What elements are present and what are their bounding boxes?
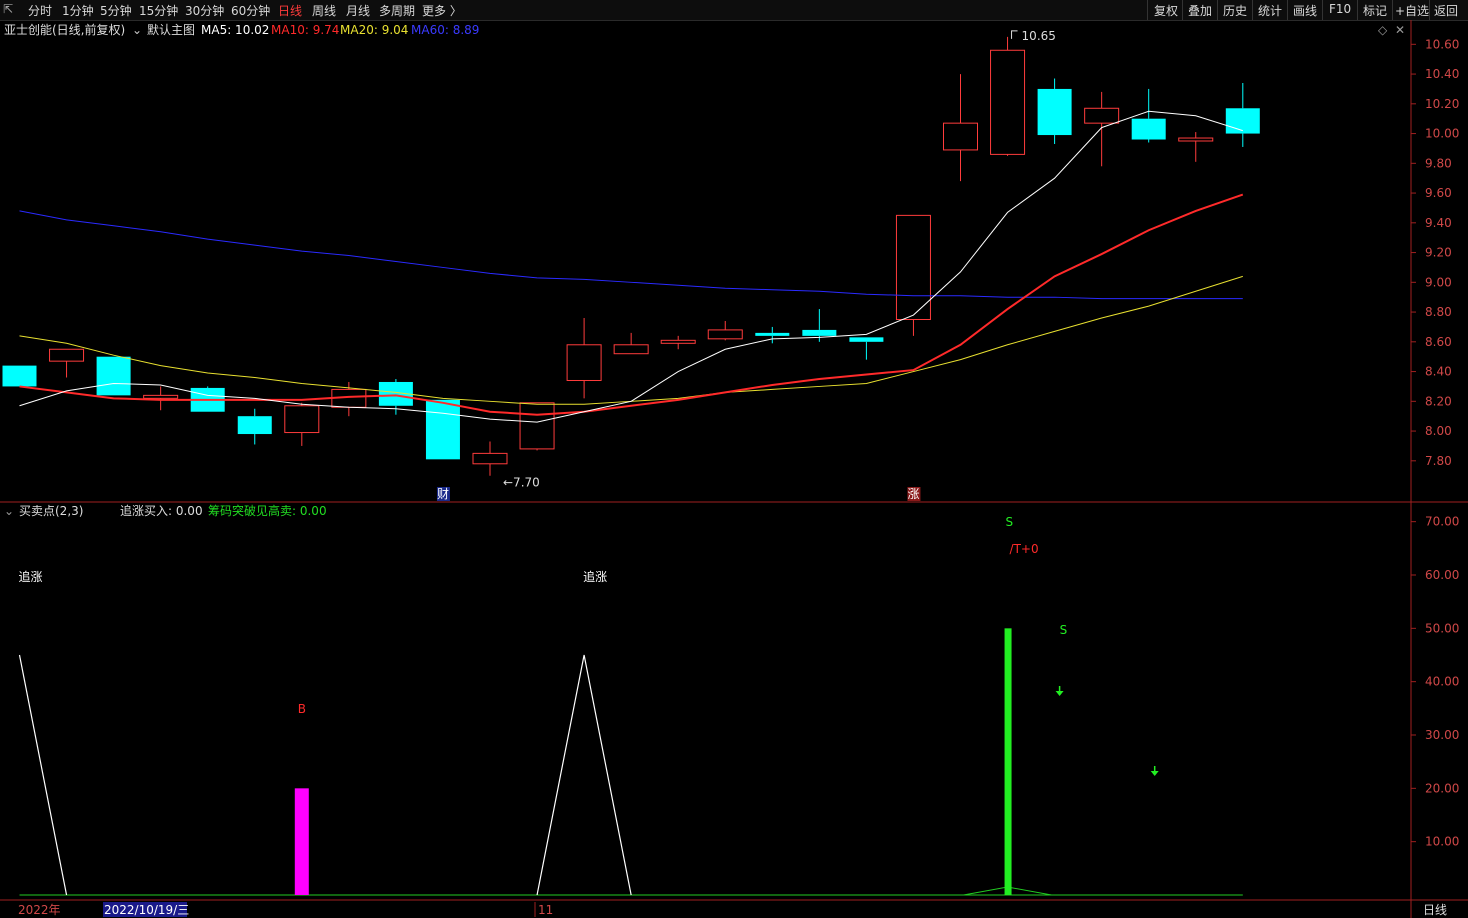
buy-bar (294, 788, 309, 895)
y-tick-label: 9.40 (1425, 216, 1452, 230)
limit-up-badge-label: 涨 (907, 486, 919, 501)
y-tick-label: 7.80 (1425, 454, 1452, 468)
low-price-label: ←7.70 (503, 476, 540, 490)
y-tick-label: 8.80 (1425, 305, 1452, 319)
t0-label: /T+0 (1010, 542, 1039, 556)
candle-body (802, 329, 837, 336)
down-arrow-icon (1055, 691, 1064, 696)
y-tick-label: 8.20 (1425, 394, 1452, 408)
y-tick-label: 9.00 (1425, 275, 1452, 289)
chart-name: 默认主图 (147, 22, 195, 37)
y-tick-label: 10.40 (1425, 67, 1459, 81)
main-y-axis: 10.60 10.40 10.20 10.00 9.80 9.60 9.40 9.20 9.00… (1411, 37, 1459, 468)
high-pointer-icon (1011, 30, 1018, 39)
candle-body (990, 49, 1026, 155)
buy-marker: B (298, 702, 306, 716)
y-tick-label: 9.20 (1425, 246, 1452, 260)
cursor-date-label: 2022/10/19/三 (104, 903, 189, 917)
ind-tick-label: 60.00 (1425, 568, 1459, 582)
indicator-name: 买卖点(2,3) (19, 504, 83, 518)
ma60-line (19, 210, 1243, 300)
ind-tick-label: 50.00 (1425, 621, 1459, 635)
y-tick-label: 9.60 (1425, 186, 1452, 200)
ind-tick-label: 20.00 (1425, 781, 1459, 795)
chase-signal-line (536, 654, 632, 896)
y-tick-label: 10.60 (1425, 37, 1459, 51)
high-price-label: 10.65 (1022, 29, 1056, 43)
candle-body (1225, 108, 1260, 134)
candle-body (143, 394, 179, 399)
candle-body (943, 122, 978, 151)
candle-body (2, 365, 37, 387)
candle-body (613, 344, 649, 355)
candle-body (755, 332, 790, 336)
ind-tick-label: 10.00 (1425, 835, 1459, 849)
indicator-field-sell: 筹码突破见高卖: 0.00 (208, 503, 327, 518)
candle-body (1178, 137, 1214, 142)
diamond-icon[interactable]: ◇ (1378, 23, 1388, 37)
chase-label: 追涨 (583, 569, 607, 584)
month-label: 11 (538, 903, 553, 917)
indicator-plot: 追涨 追涨 B S S/T+0 (18, 515, 1243, 896)
candle-body (660, 339, 696, 344)
candle-body (425, 399, 460, 460)
candle-body (566, 344, 602, 381)
y-tick-label: 8.60 (1425, 335, 1452, 349)
ma60-label: MA60: 8.89 (411, 23, 479, 37)
ma20-label: MA20: 9.04 (340, 23, 408, 37)
indicator-chevron-icon[interactable]: ⌄ (4, 504, 14, 518)
candle-body (96, 356, 131, 396)
candle-body (1037, 88, 1072, 136)
ind-tick-label: 30.00 (1425, 728, 1459, 742)
candle-body (519, 402, 555, 450)
y-tick-label: 9.80 (1425, 156, 1452, 170)
sell-marker-top: S (1006, 515, 1014, 529)
finance-badge-label: 财 (437, 487, 449, 501)
year-label: 2022年 (18, 903, 61, 917)
ma10-label: MA10: 9.74 (271, 23, 339, 37)
ma5-label: MA5: 10.02 (201, 23, 269, 37)
chase-signal-line (18, 654, 68, 896)
ma5-line (19, 110, 1243, 423)
ind-tick-label: 70.00 (1425, 515, 1459, 529)
down-arrow-icon (1150, 771, 1159, 776)
chase-label: 追涨 (19, 569, 43, 584)
sell-marker: S (1060, 623, 1068, 637)
main-price-plot: 10.65 ←7.70 财 涨 (2, 29, 1260, 501)
ma10-line (19, 193, 1244, 416)
ind-tick-label: 40.00 (1425, 675, 1459, 689)
period-label: 日线 (1423, 903, 1447, 917)
kline-chart[interactable]: 亚士创能(日线,前复权) ⌄ 默认主图 MA5: 10.02 MA10: 9.7… (0, 0, 1468, 918)
indicator-y-axis: 70.00 60.00 50.00 40.00 30.00 20.00 10.00 (1411, 515, 1459, 849)
y-tick-label: 10.20 (1425, 97, 1459, 111)
candle-body (707, 329, 743, 340)
candle-body (49, 348, 85, 362)
candle-body (472, 452, 508, 465)
candle-body (1084, 107, 1120, 124)
sell-bar (1004, 628, 1012, 895)
y-tick-label: 8.40 (1425, 365, 1452, 379)
candle-body (284, 405, 320, 434)
candle-body (849, 337, 884, 342)
y-tick-label: 8.00 (1425, 424, 1452, 438)
candle-body (1131, 118, 1166, 140)
y-tick-label: 10.00 (1425, 127, 1459, 141)
candle-body (237, 416, 272, 435)
close-icon[interactable]: ✕ (1395, 23, 1405, 37)
stock-title: 亚士创能(日线,前复权) (4, 22, 125, 37)
indicator-field-buy: 追涨买入: 0.00 (120, 503, 203, 518)
chevron-down-icon[interactable]: ⌄ (132, 23, 142, 37)
